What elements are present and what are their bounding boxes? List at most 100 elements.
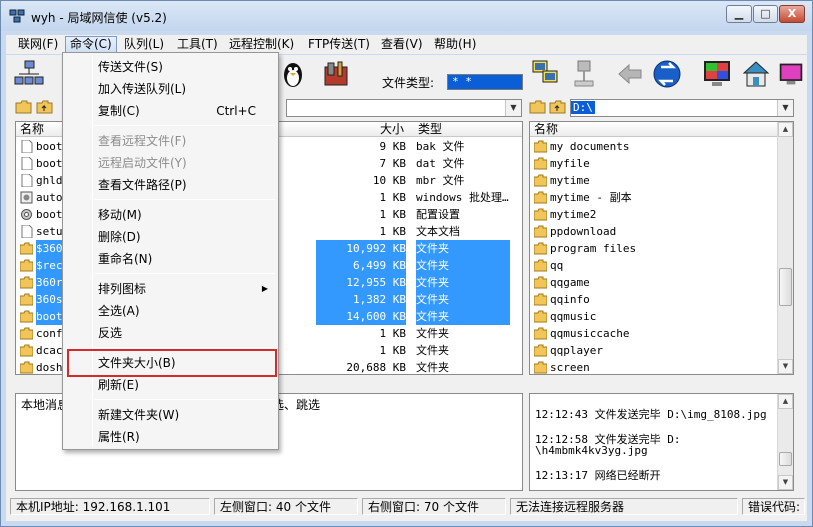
menu-help[interactable]: 帮助(H) bbox=[430, 36, 480, 53]
sync-icon[interactable] bbox=[652, 59, 682, 89]
list-item[interactable]: qq bbox=[530, 257, 776, 274]
right-path-field[interactable]: D:\ ▼ bbox=[570, 99, 794, 117]
menu-item-label: 属性(R) bbox=[98, 430, 140, 444]
maximize-button[interactable]: □ bbox=[753, 5, 778, 23]
menu-command[interactable]: 命令(C) bbox=[65, 36, 117, 53]
log-scroll-up-icon[interactable]: ▲ bbox=[778, 394, 793, 409]
scroll-down-icon[interactable]: ▼ bbox=[778, 359, 793, 374]
right-file-list[interactable]: 名称 my documents myfile mytime mytime - 副本 my… bbox=[529, 121, 794, 375]
gear-icon bbox=[21, 209, 32, 220]
menu-ftp[interactable]: FTP传送(T) bbox=[304, 36, 374, 53]
screen-color-icon[interactable] bbox=[702, 59, 732, 89]
folder-icon bbox=[20, 361, 33, 374]
list-item[interactable]: qqmusiccache bbox=[530, 325, 776, 342]
chevron-down-icon-right[interactable]: ▼ bbox=[777, 100, 793, 116]
menu-item[interactable]: 移动(M) bbox=[65, 205, 276, 225]
column-name-right[interactable]: 名称 bbox=[534, 122, 558, 136]
list-item[interactable]: my documents bbox=[530, 138, 776, 155]
network-tree-icon[interactable] bbox=[14, 59, 44, 89]
file-type: 配置设置 bbox=[416, 208, 460, 221]
menu-item[interactable]: 重命名(N) bbox=[65, 249, 276, 269]
folder-icon bbox=[20, 310, 33, 323]
folder-icon bbox=[534, 293, 547, 306]
window-title: wyh - 局域网信使 (v5.2) bbox=[31, 11, 167, 25]
back-arrow-icon[interactable] bbox=[615, 59, 645, 89]
menu-item[interactable]: 排列图标 ▶ bbox=[65, 279, 276, 299]
monitor-icon[interactable] bbox=[778, 59, 804, 89]
folder-open-icon[interactable] bbox=[15, 99, 33, 115]
menu-separator bbox=[95, 399, 275, 400]
list-item[interactable]: myfile bbox=[530, 155, 776, 172]
menu-network[interactable]: 联网(F) bbox=[14, 36, 62, 53]
menu-item[interactable]: 新建文件夹(W) bbox=[65, 405, 276, 425]
folder-icon bbox=[20, 293, 33, 306]
menu-item[interactable]: 删除(D) bbox=[65, 227, 276, 247]
log-scroll-thumb[interactable] bbox=[779, 452, 792, 466]
log-scroll-down-icon[interactable]: ▼ bbox=[778, 475, 793, 490]
right-list-scrollbar[interactable]: ▲ ▼ bbox=[777, 122, 793, 374]
file-type-label: 文件类型: bbox=[382, 76, 435, 90]
menu-item-shortcut: Ctrl+C bbox=[216, 104, 256, 118]
menu-item[interactable]: 刷新(E) bbox=[65, 375, 276, 395]
column-name[interactable]: 名称 bbox=[20, 122, 44, 136]
list-item[interactable]: qqmusic bbox=[530, 308, 776, 325]
title-bar[interactable]: wyh - 局域网信使 (v5.2) ▁ □ X bbox=[1, 1, 812, 31]
file-size: 6,499 KB bbox=[316, 257, 406, 274]
folder-up-icon[interactable] bbox=[36, 99, 54, 115]
folder-icon bbox=[534, 361, 547, 374]
menu-item[interactable]: 查看文件路径(P) bbox=[65, 175, 276, 195]
scroll-thumb[interactable] bbox=[779, 268, 792, 306]
menu-item-label: 刷新(E) bbox=[98, 378, 139, 392]
menu-item-label: 移动(M) bbox=[98, 208, 142, 222]
batch-file-icon bbox=[20, 191, 33, 204]
menu-item[interactable]: 加入传送队列(L) bbox=[65, 79, 276, 99]
list-item[interactable]: mytime bbox=[530, 172, 776, 189]
menu-queue[interactable]: 队列(L) bbox=[120, 36, 168, 53]
remote-log-box[interactable]: 12:12:43 文件发送完毕 D:\img_8108.jpg 12:12:58 … bbox=[529, 393, 794, 491]
menu-item[interactable]: 全选(A) bbox=[65, 301, 276, 321]
folder-name: qqgame bbox=[550, 276, 590, 289]
minimize-button[interactable]: ▁ bbox=[726, 5, 752, 23]
folder-up-icon-right[interactable] bbox=[549, 99, 567, 115]
network-disconnect-icon[interactable] bbox=[569, 59, 599, 89]
menu-remote-control[interactable]: 远程控制(K) bbox=[225, 36, 298, 53]
file-icon bbox=[21, 174, 33, 187]
list-item[interactable]: mytime - 副本 bbox=[530, 189, 776, 206]
log-scrollbar[interactable]: ▲ ▼ bbox=[777, 394, 793, 490]
close-button[interactable]: X bbox=[779, 5, 805, 23]
folder-icon bbox=[534, 242, 547, 255]
file-type: dat 文件 bbox=[416, 157, 465, 170]
menu-tools[interactable]: 工具(T) bbox=[173, 36, 222, 53]
file-icon bbox=[21, 157, 33, 170]
column-size[interactable]: 大小 bbox=[380, 122, 404, 136]
list-item[interactable]: mytime2 bbox=[530, 206, 776, 223]
tools-icon[interactable] bbox=[322, 59, 352, 89]
penguin-icon[interactable] bbox=[278, 59, 308, 89]
column-type[interactable]: 类型 bbox=[418, 122, 442, 136]
folder-icon bbox=[20, 344, 33, 357]
list-item[interactable]: qqgame bbox=[530, 274, 776, 291]
left-path-field[interactable]: ▼ bbox=[286, 99, 522, 117]
file-size: 12,955 KB bbox=[316, 274, 406, 291]
menu-item[interactable]: 复制(C) Ctrl+C bbox=[65, 101, 276, 121]
file-size: 9 KB bbox=[379, 140, 407, 153]
file-type-input[interactable]: * * bbox=[447, 74, 523, 90]
list-item[interactable]: screen bbox=[530, 359, 776, 374]
list-item[interactable]: program files bbox=[530, 240, 776, 257]
chevron-down-icon[interactable]: ▼ bbox=[505, 100, 521, 116]
folder-open-icon-right[interactable] bbox=[529, 99, 547, 115]
menu-item-label: 复制(C) bbox=[98, 104, 140, 118]
file-size: 1 KB bbox=[379, 191, 407, 204]
home-share-icon[interactable] bbox=[741, 59, 771, 89]
scroll-up-icon[interactable]: ▲ bbox=[778, 122, 793, 137]
menu-item[interactable]: 反选 bbox=[65, 323, 276, 343]
list-item[interactable]: qqplayer bbox=[530, 342, 776, 359]
menu-item[interactable]: 传送文件(S) bbox=[65, 57, 276, 77]
list-item[interactable]: ppdownload bbox=[530, 223, 776, 240]
menu-view[interactable]: 查看(V) bbox=[377, 36, 427, 53]
computers-icon[interactable] bbox=[531, 59, 561, 89]
file-size: 10,992 KB bbox=[316, 240, 406, 257]
menu-item[interactable]: 属性(R) bbox=[65, 427, 276, 447]
file-type: 文件夹 bbox=[416, 344, 449, 357]
list-item[interactable]: qqinfo bbox=[530, 291, 776, 308]
